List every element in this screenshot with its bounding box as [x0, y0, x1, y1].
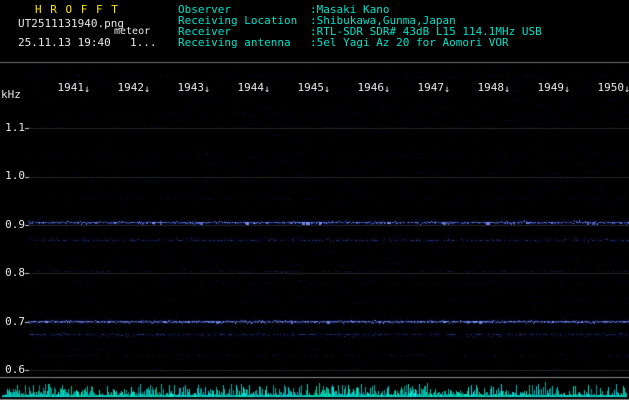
x-tick: 1947↓ [410, 81, 450, 96]
x-tick-label: 1945 [297, 81, 324, 94]
tick-down-arrow-icon: ↓ [263, 84, 270, 95]
filename: UT2511131940.png [18, 17, 124, 30]
tick-down-arrow-icon: ↓ [383, 84, 390, 95]
x-tick: 1946↓ [350, 81, 390, 96]
x-tick-label: 1942 [117, 81, 144, 94]
x-tick-label: 1949 [537, 81, 564, 94]
x-tick-label: 1946 [357, 81, 384, 94]
x-tick: 1948↓ [470, 81, 510, 96]
spectrogram-canvas [0, 0, 629, 400]
image-counter: 1... [130, 36, 157, 49]
y-tick-label: 1.0 [5, 169, 25, 182]
app-title: H R O F F T [35, 3, 119, 16]
x-tick: 1945↓ [290, 81, 330, 96]
meta-label-antenna: Receiving antenna [178, 36, 291, 49]
hrofft-screen: H R O F F T UT2511131940.png meteor 25.1… [0, 0, 629, 400]
x-tick-label: 1947 [417, 81, 444, 94]
x-tick-label: 1950 [597, 81, 624, 94]
x-tick-label: 1948 [477, 81, 504, 94]
tick-down-arrow-icon: ↓ [83, 84, 90, 95]
x-tick-label: 1943 [177, 81, 204, 94]
tick-down-arrow-icon: ↓ [443, 84, 450, 95]
x-tick-label: 1944 [237, 81, 264, 94]
y-axis-unit: kHz [1, 88, 21, 101]
x-tick: 1943↓ [170, 81, 210, 96]
tick-down-arrow-icon: ↓ [503, 84, 510, 95]
tick-down-arrow-icon: ↓ [143, 84, 150, 95]
tick-down-arrow-icon: ↓ [203, 84, 210, 95]
x-tick: 1944↓ [230, 81, 270, 96]
y-tick-label: 1.1 [5, 121, 25, 134]
tick-down-arrow-icon: ↓ [563, 84, 570, 95]
x-tick: 1949↓ [530, 81, 570, 96]
x-tick-label: 1941 [57, 81, 84, 94]
y-tick-label: 0.7 [5, 315, 25, 328]
x-tick: 1941↓ [50, 81, 90, 96]
y-tick-label: 0.6 [5, 363, 25, 376]
x-tick: 1950↓ [590, 81, 629, 96]
y-tick-label: 0.8 [5, 266, 25, 279]
meta-value-antenna: :5el Yagi Az 20 for Aomori VOR [310, 36, 509, 49]
tick-down-arrow-icon: ↓ [323, 84, 330, 95]
x-tick: 1942↓ [110, 81, 150, 96]
datetime: 25.11.13 19:40 [18, 36, 111, 49]
tick-down-arrow-icon: ↓ [623, 84, 629, 95]
y-tick-label: 0.9 [5, 218, 25, 231]
